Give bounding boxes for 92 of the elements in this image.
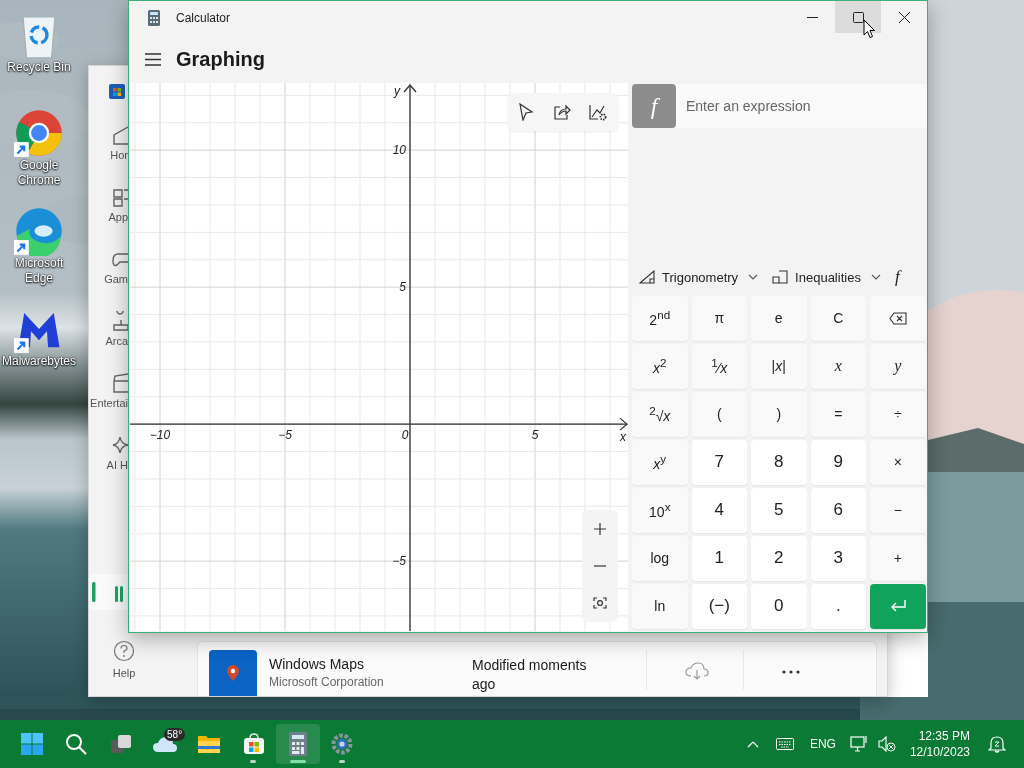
mode-title: Graphing: [176, 47, 265, 71]
language-indicator[interactable]: ENG: [809, 737, 836, 751]
calculator-key[interactable]: 7: [691, 440, 747, 485]
plus-icon: [594, 522, 606, 535]
menu-icon[interactable]: [145, 52, 161, 66]
calculator-key[interactable]: 4: [691, 488, 747, 533]
triangle-icon: [639, 270, 655, 284]
calculator-key[interactable]: |x|: [751, 344, 807, 389]
calculator-key[interactable]: C: [810, 296, 866, 341]
share-icon: [553, 104, 571, 120]
y-tick-label: 5: [399, 280, 406, 295]
calculator-key[interactable]: ): [751, 392, 807, 437]
calculator-key[interactable]: ln: [632, 584, 688, 629]
calculator-key[interactable]: 2: [751, 536, 807, 581]
minimize-icon: [806, 16, 818, 18]
calculator-key[interactable]: log: [632, 536, 688, 581]
calculator-key[interactable]: x: [810, 344, 866, 389]
graph-area[interactable]: −10 −5 0 5 10 5 −5 x y: [130, 83, 628, 631]
calculator-key[interactable]: 5: [751, 488, 807, 533]
chevron-up-icon[interactable]: [746, 740, 759, 748]
taskbar-button[interactable]: [275, 724, 321, 764]
x-axis-label: x: [620, 430, 626, 445]
folder-icon: [197, 734, 222, 754]
calculator-key[interactable]: 0: [751, 584, 807, 629]
caret-icon: [748, 274, 759, 280]
calculator-key[interactable]: 9: [810, 440, 866, 485]
maximize-icon: [852, 11, 864, 23]
calculator-key[interactable]: +: [870, 536, 926, 581]
cloud-download-icon[interactable]: [685, 662, 709, 680]
fit-view-icon: [593, 596, 607, 609]
calculator-key[interactable]: 3: [810, 536, 866, 581]
caret-icon: [870, 274, 881, 280]
keyboard-icon[interactable]: [775, 738, 794, 750]
x-tick-label: 5: [531, 428, 539, 443]
calculator-icon: [288, 732, 307, 756]
calculator-key[interactable]: −: [870, 488, 926, 533]
monitor-network-icon[interactable]: [849, 735, 870, 753]
clock-time[interactable]: 12:35 PM: [918, 728, 970, 744]
pointer-arrow-icon: [518, 103, 534, 121]
calculator-key[interactable]: e: [751, 296, 807, 341]
start-icon: [21, 733, 44, 755]
search-icon: [65, 733, 88, 755]
x-tick-label: −5: [278, 428, 292, 443]
notification-bell-icon[interactable]: [988, 735, 1006, 753]
calculator-key[interactable]: ÷: [870, 392, 926, 437]
calculator-key[interactable]: $^{2}$√x: [632, 392, 688, 437]
app-card[interactable]: Windows Maps Microsoft Corporation Modified moments ago: [197, 641, 877, 696]
calculator-key[interactable]: π: [691, 296, 747, 341]
calculator-key[interactable]: 2$^{nd}$: [632, 296, 688, 341]
temperature-badge: 58°: [164, 728, 186, 741]
y-tick-label: −5: [392, 554, 406, 569]
calculator-key[interactable]: $^{1}$⁄x: [691, 344, 747, 389]
enter-icon: [889, 600, 906, 613]
gear-icon: [331, 733, 354, 755]
calculator-key[interactable]: =: [810, 392, 866, 437]
calculator-key[interactable]: (: [691, 392, 747, 437]
calculator-icon: [148, 10, 160, 26]
backspace-icon: [888, 311, 907, 325]
app-name: Windows Maps: [269, 656, 365, 672]
task-view-icon: [109, 734, 132, 754]
calculator-key[interactable]: .: [810, 584, 866, 629]
chart-settings-icon: [589, 103, 607, 121]
muted-speaker-icon[interactable]: [877, 736, 896, 752]
x-tick-label: −10: [149, 428, 171, 443]
shopping-bag-icon: [242, 733, 265, 755]
pointer-cursor-icon: [863, 19, 875, 39]
taskbar-button[interactable]: 58°: [142, 724, 188, 764]
app-status: Modified moments ago: [472, 656, 588, 694]
calculator-key[interactable]: x$^{y}$: [632, 440, 688, 485]
minus-icon: [594, 564, 606, 567]
x-tick-label: 0: [401, 428, 409, 443]
calculator-key[interactable]: 10$^{x}$: [632, 488, 688, 533]
function-dropdown[interactable]: f: [891, 265, 903, 289]
calculator-key[interactable]: 8: [751, 440, 807, 485]
window-title: Calculator: [176, 11, 231, 25]
close-icon: [898, 11, 910, 23]
y-tick-label: 10: [392, 143, 406, 158]
calculator-key[interactable]: (−): [691, 584, 747, 629]
more-icon[interactable]: [782, 670, 800, 674]
squares-icon: [772, 270, 789, 284]
calculator-key[interactable]: y: [870, 344, 926, 389]
clock-date[interactable]: 12/10/2023: [909, 744, 970, 760]
expression-input[interactable]: Enter an expression: [676, 84, 927, 128]
trigonometry-dropdown[interactable]: Trigonometry: [636, 267, 762, 287]
calculator-key[interactable]: x$^{2}$: [632, 344, 688, 389]
app-publisher: Microsoft Corporation: [269, 675, 385, 689]
y-axis-label: y: [394, 84, 400, 98]
backspace-key[interactable]: [870, 296, 926, 341]
inequalities-dropdown[interactable]: Inequalities: [769, 267, 884, 287]
calculator-key[interactable]: 6: [810, 488, 866, 533]
calculator-key[interactable]: ×: [870, 440, 926, 485]
calculator-key[interactable]: 1: [691, 536, 747, 581]
